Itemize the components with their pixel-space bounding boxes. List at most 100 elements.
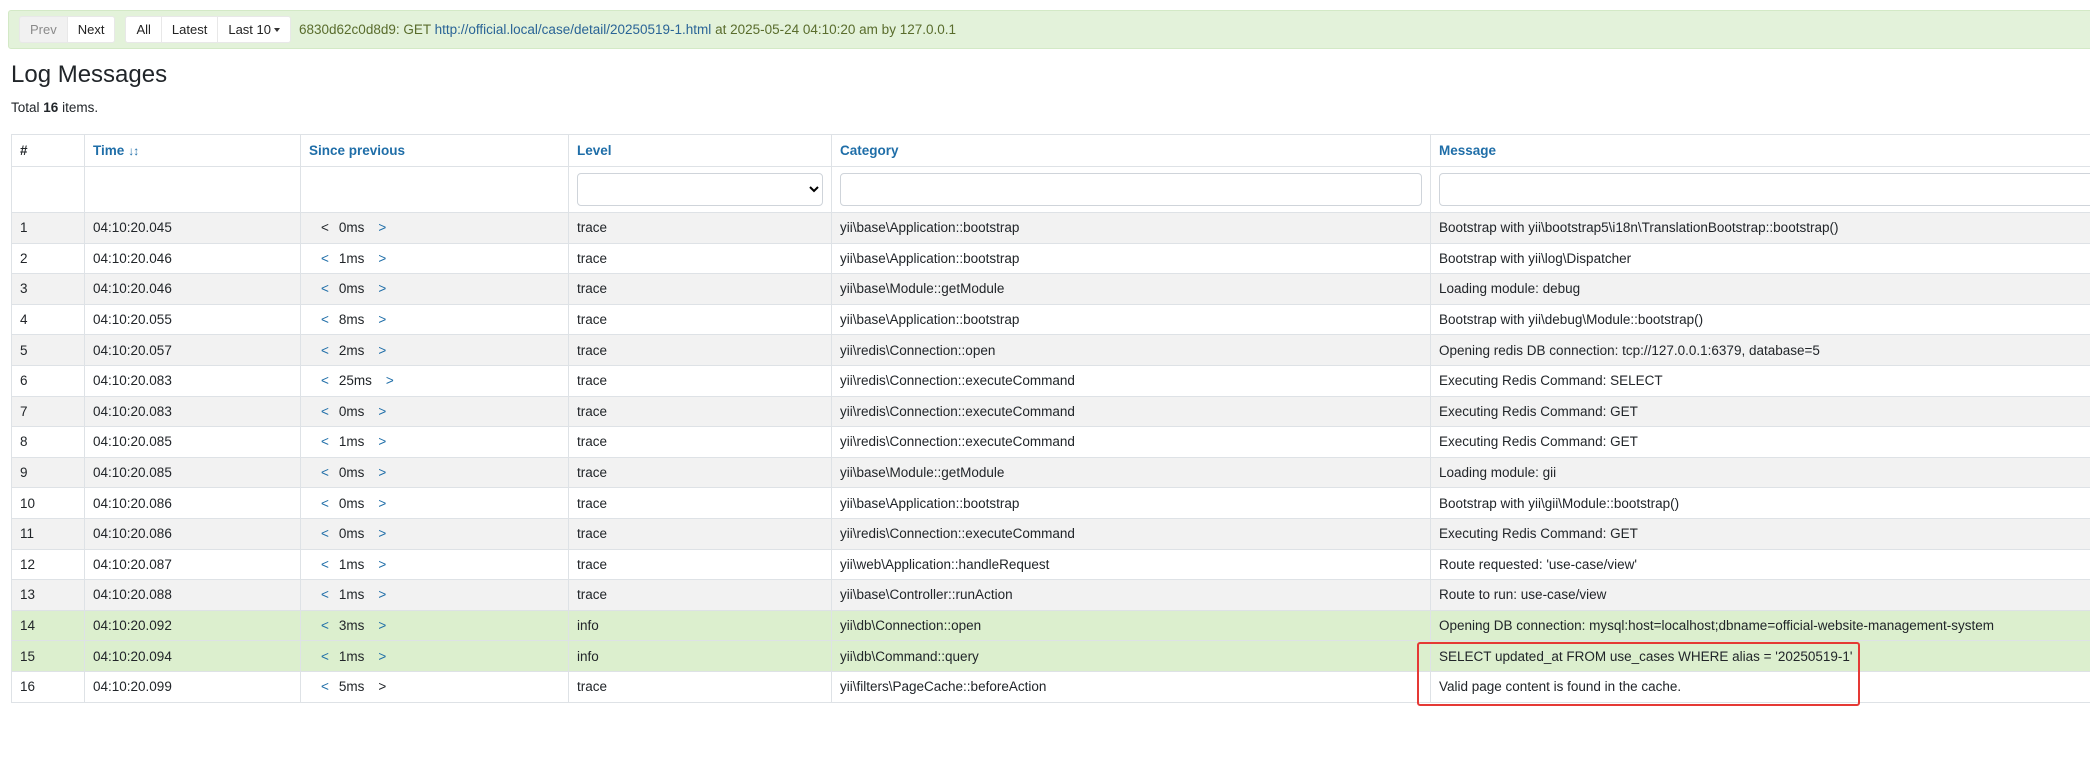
row-time: 04:10:20.094 (84, 640, 301, 672)
prev-entry-link[interactable]: < (321, 587, 329, 602)
prev-entry-link[interactable]: < (321, 557, 329, 572)
page-title: Log Messages (11, 61, 168, 88)
row-message: Bootstrap with yii\gii\Module::bootstrap… (1430, 487, 2090, 519)
filter-cell-num (11, 166, 85, 213)
next-entry-link[interactable]: > (378, 434, 386, 449)
row-time: 04:10:20.085 (84, 426, 301, 458)
next-entry-link[interactable]: > (378, 220, 386, 235)
prev-entry-link[interactable]: < (321, 465, 329, 480)
next-entry-link[interactable]: > (378, 312, 386, 327)
row-since: <1ms > (300, 579, 569, 611)
row-time: 04:10:20.088 (84, 579, 301, 611)
message-filter-input[interactable] (1439, 173, 2090, 206)
category-filter-input[interactable] (840, 173, 1422, 206)
col-message-header[interactable]: Message (1430, 134, 2090, 167)
table-row: 14 04:10:20.092 <3ms > info yii\db\Connection… (11, 609, 2090, 642)
row-category: yii\base\Module::getModule (831, 273, 1431, 305)
row-num: 16 (11, 670, 85, 703)
row-message: Loading module: debug (1430, 273, 2090, 305)
table-row: 9 04:10:20.085 <0ms > trace yii\base\Module::… (11, 456, 2090, 489)
row-num: 2 (11, 242, 85, 275)
row-message: Route requested: 'use-case/view' (1430, 548, 2090, 581)
table-row: 5 04:10:20.057 <2ms > trace yii\redis\Connect… (11, 334, 2090, 366)
next-button[interactable]: Next (67, 16, 116, 43)
row-since: <25ms > (300, 364, 569, 397)
row-num: 6 (11, 364, 85, 397)
next-entry-link[interactable]: > (378, 526, 386, 541)
since-value: 3ms (338, 618, 365, 634)
col-num-header: # (11, 134, 85, 167)
level-filter-select[interactable] (577, 173, 823, 206)
row-message: Executing Redis Command: SELECT (1430, 364, 2090, 397)
prev-entry-link[interactable]: < (321, 496, 329, 511)
table-row: 2 04:10:20.046 <1ms > trace yii\base\Applicat… (11, 242, 2090, 275)
row-level: trace (568, 456, 832, 489)
prev-entry-link[interactable]: < (321, 404, 329, 419)
row-level: trace (568, 395, 832, 428)
prev-entry-link[interactable]: < (321, 679, 329, 694)
col-category-header[interactable]: Category (831, 134, 1431, 167)
prev-entry-link[interactable]: < (321, 312, 329, 327)
row-time: 04:10:20.092 (84, 609, 301, 642)
prev-entry-link[interactable]: < (321, 434, 329, 449)
row-since: <1ms > (300, 548, 569, 581)
prev-next-group: Prev Next (19, 16, 116, 43)
row-category: yii\base\Controller::runAction (831, 579, 1431, 611)
request-url-link[interactable]: http://official.local/case/detail/202505… (435, 22, 712, 37)
prev-entry-link[interactable]: < (321, 373, 329, 388)
prev-entry-link[interactable]: < (321, 343, 329, 358)
next-entry-link[interactable]: > (378, 557, 386, 572)
next-entry-link[interactable]: > (378, 496, 386, 511)
row-num: 3 (11, 273, 85, 305)
prev-entry-link[interactable]: < (321, 251, 329, 266)
table-row: 8 04:10:20.085 <1ms > trace yii\redis\Connect… (11, 426, 2090, 458)
next-entry-link[interactable]: > (378, 679, 386, 694)
prev-button[interactable]: Prev (19, 16, 68, 43)
prev-entry-link[interactable]: < (321, 220, 329, 235)
table-row: 13 04:10:20.088 <1ms > trace yii\base\Control… (11, 579, 2090, 611)
col-level-header[interactable]: Level (568, 134, 832, 167)
col-time-header[interactable]: Time ↓↕ (84, 134, 301, 167)
caret-down-icon (274, 27, 280, 32)
row-message: Loading module: gii (1430, 456, 2090, 489)
since-value: 8ms (338, 312, 365, 328)
next-entry-link[interactable]: > (378, 343, 386, 358)
prev-entry-link[interactable]: < (321, 649, 329, 664)
next-entry-link[interactable]: > (378, 404, 386, 419)
prev-entry-link[interactable]: < (321, 618, 329, 633)
next-entry-link[interactable]: > (378, 465, 386, 480)
summary-prefix: Total (11, 100, 40, 115)
row-category: yii\base\Module::getModule (831, 456, 1431, 489)
prev-entry-link[interactable]: < (321, 281, 329, 296)
next-entry-link[interactable]: > (378, 587, 386, 602)
row-num: 5 (11, 334, 85, 366)
row-category: yii\redis\Connection::executeCommand (831, 395, 1431, 428)
col-since-header[interactable]: Since previous (300, 134, 569, 167)
latest-button[interactable]: Latest (161, 16, 219, 43)
row-since: <0ms > (300, 212, 569, 244)
log-table-body: 1 04:10:20.045 <0ms > trace yii\base\Applicat… (11, 212, 2090, 703)
next-entry-link[interactable]: > (378, 649, 386, 664)
next-entry-link[interactable]: > (386, 373, 394, 388)
table-row: 11 04:10:20.086 <0ms > trace yii\redis\Connec… (11, 517, 2090, 550)
table-row: 12 04:10:20.087 <1ms > trace yii\web\Applicat… (11, 548, 2090, 581)
row-message: Bootstrap with yii\debug\Module::bootstr… (1430, 303, 2090, 336)
next-entry-link[interactable]: > (378, 281, 386, 296)
all-button[interactable]: All (125, 16, 162, 43)
row-category: yii\base\Application::bootstrap (831, 212, 1431, 244)
row-message: Valid page content is found in the cache… (1430, 670, 2090, 703)
row-num: 10 (11, 487, 85, 519)
row-num: 7 (11, 395, 85, 428)
prev-entry-link[interactable]: < (321, 526, 329, 541)
since-value: 1ms (338, 648, 365, 664)
next-entry-link[interactable]: > (378, 618, 386, 633)
sort-desc-icon: ↓↕ (128, 144, 139, 158)
next-entry-link[interactable]: > (378, 251, 386, 266)
row-category: yii\filters\PageCache::beforeAction (831, 670, 1431, 703)
row-time: 04:10:20.083 (84, 395, 301, 428)
row-time: 04:10:20.055 (84, 303, 301, 336)
last-10-dropdown[interactable]: Last 10 (218, 16, 291, 43)
row-level: trace (568, 579, 832, 611)
row-message: Executing Redis Command: GET (1430, 395, 2090, 428)
row-since: <0ms > (300, 487, 569, 519)
